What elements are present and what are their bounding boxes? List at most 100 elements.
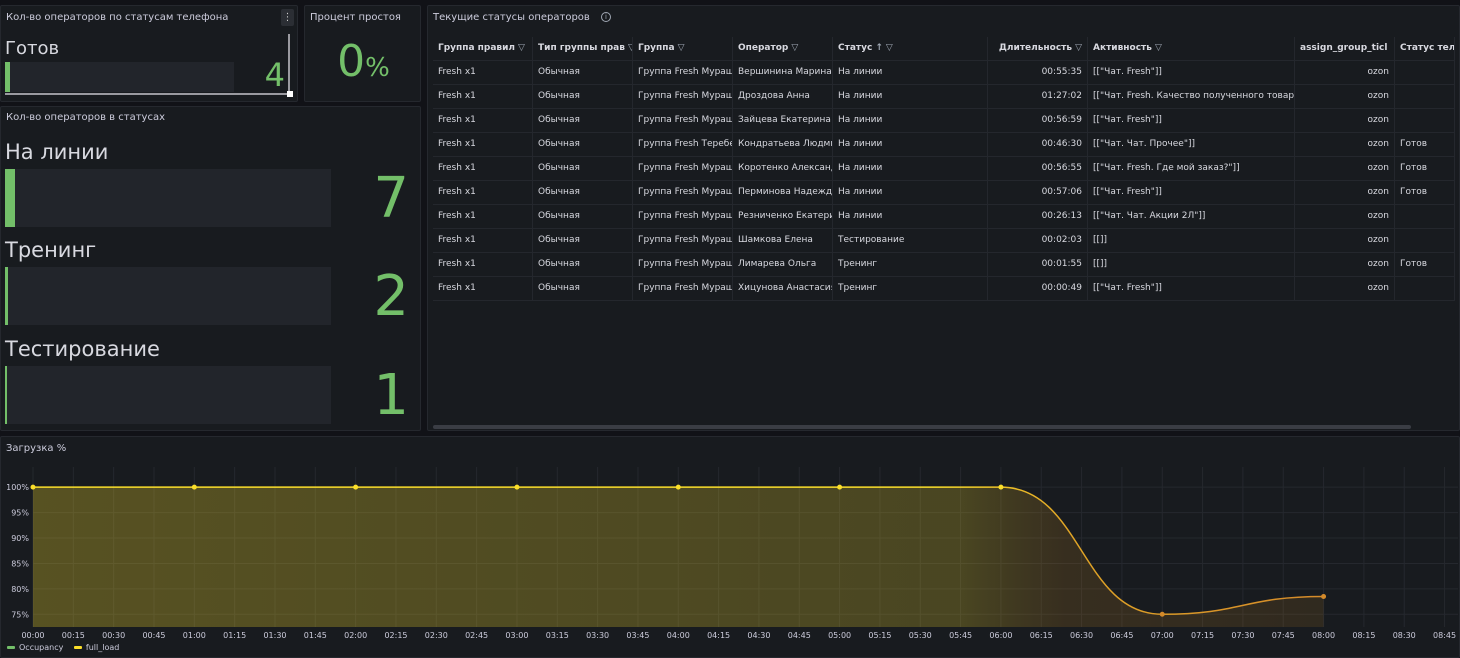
legend-item-full-load[interactable]: full_load: [73, 643, 119, 652]
table-cell: Готов: [1395, 253, 1455, 276]
filter-icon[interactable]: ▽: [518, 43, 525, 53]
x-tick-label: 01:45: [304, 631, 327, 640]
x-tick-label: 06:00: [989, 631, 1012, 640]
column-header[interactable]: Группа правил ▽: [433, 37, 533, 60]
table-cell: 00:26:13: [988, 205, 1088, 228]
table-row[interactable]: Fresh x1 Обычная Группа Fresh Мураш Дроздов…: [433, 85, 1455, 109]
vertical-scrollbar[interactable]: [288, 34, 290, 96]
table-cell: 00:46:30: [988, 133, 1088, 156]
x-tick-label: 06:30: [1070, 631, 1093, 640]
x-tick-label: 00:15: [62, 631, 85, 640]
filter-icon[interactable]: ▽: [1075, 43, 1082, 53]
filter-icon[interactable]: ▽: [791, 43, 798, 53]
table-cell: 00:55:35: [988, 61, 1088, 84]
table-row[interactable]: Fresh x1 Обычная Группа Fresh Мураш Пермино…: [433, 181, 1455, 205]
table-row[interactable]: Fresh x1 Обычная Группа Fresh Мураш Зайцева…: [433, 109, 1455, 133]
table-row[interactable]: Fresh x1 Обычная Группа Fresh Мураш Вершини…: [433, 61, 1455, 85]
table-row[interactable]: Fresh x1 Обычная Группа Fresh Теребе Кондра…: [433, 133, 1455, 157]
column-header[interactable]: Статус ↑ ▽: [833, 37, 988, 60]
y-tick-label: 90%: [11, 534, 29, 543]
table-row[interactable]: Fresh x1 Обычная Группа Fresh Мураш Хицунов…: [433, 277, 1455, 301]
table-row[interactable]: Fresh x1 Обычная Группа Fresh Мураш Резниче…: [433, 205, 1455, 229]
column-header-label: Статус: [838, 43, 873, 53]
table-cell: ozon: [1295, 181, 1395, 204]
table-cell: Зайцева Екатерина: [733, 109, 833, 132]
table-row[interactable]: Fresh x1 Обычная Группа Fresh Мураш Коротен…: [433, 157, 1455, 181]
bar-gauge-value: 7: [373, 166, 409, 231]
table-cell: Готов: [1395, 157, 1455, 180]
y-tick-label: 100%: [6, 483, 29, 492]
table-cell: Fresh x1: [433, 85, 533, 108]
sort-ascending-icon[interactable]: ↑: [875, 43, 883, 53]
column-header[interactable]: Тип группы прав▽: [533, 37, 633, 60]
x-tick-label: 05:00: [828, 631, 851, 640]
filter-icon[interactable]: ▽: [886, 43, 893, 53]
table-cell: [["Чат. Fresh. Где мой заказ?"]]: [1088, 157, 1295, 180]
bar-gauge-track: [5, 169, 331, 227]
bar-gauge-track: [5, 366, 331, 424]
x-tick-label: 08:15: [1352, 631, 1375, 640]
status-count-panel: Кол-во операторов в статусах На линии 7 …: [0, 106, 421, 431]
x-tick-label: 08:30: [1393, 631, 1416, 640]
table-cell: Хицунова Анастасия: [733, 277, 833, 300]
table-cell: Группа Fresh Мураш: [633, 277, 733, 300]
table-cell: Обычная: [533, 277, 633, 300]
panel-title: Процент простоя: [310, 12, 401, 23]
column-header[interactable]: Статус теле▽: [1395, 37, 1455, 60]
panel-title: Текущие статусы операторов i: [433, 12, 612, 23]
x-tick-label: 01:15: [223, 631, 246, 640]
table-cell: Перминова Надежда: [733, 181, 833, 204]
data-point: [837, 484, 843, 490]
table-cell: Fresh x1: [433, 109, 533, 132]
y-tick-label: 75%: [11, 610, 29, 619]
column-header[interactable]: Длительность ▽: [988, 37, 1088, 60]
table-cell: [["Чат. Чат. Акции 2Л"]]: [1088, 205, 1295, 228]
x-tick-label: 00:30: [102, 631, 125, 640]
filter-icon[interactable]: ▽: [678, 43, 685, 53]
column-header-label: Тип группы прав: [538, 43, 625, 53]
table-cell: Коротенко Александ: [733, 157, 833, 180]
load-line-chart: 00:00 00:15 00:30 00:45 01:00 01:15 01:30 01:45…: [6, 467, 1458, 640]
horizontal-scrollbar[interactable]: [433, 425, 1411, 429]
data-point: [30, 484, 36, 490]
x-tick-label: 07:45: [1272, 631, 1295, 640]
table-cell: Fresh x1: [433, 229, 533, 252]
table-row[interactable]: Fresh x1 Обычная Группа Fresh Мураш Лимарев…: [433, 253, 1455, 277]
panel-menu-button[interactable]: ⋮: [281, 9, 294, 26]
x-tick-label: 08:45: [1433, 631, 1456, 640]
table-header-row: Группа правил▽Тип группы прав▽Группа▽Опе…: [433, 37, 1455, 61]
x-tick-label: 05:45: [949, 631, 972, 640]
table-cell: Резниченко Екатери: [733, 205, 833, 228]
y-tick-label: 80%: [11, 585, 29, 594]
table-cell: Тестирование: [833, 229, 988, 252]
table-cell: ozon: [1295, 205, 1395, 228]
table-cell: Fresh x1: [433, 157, 533, 180]
table-cell: Группа Fresh Мураш: [633, 157, 733, 180]
chart-legend: Occupancy full_load: [7, 643, 127, 652]
table-cell: [["Чат. Чат. Прочее"]]: [1088, 133, 1295, 156]
data-point: [1159, 611, 1165, 617]
x-tick-label: 03:15: [546, 631, 569, 640]
panel-title: Кол-во операторов по статусам телефона: [6, 12, 229, 23]
column-header[interactable]: Группа ▽: [633, 37, 733, 60]
column-header-label: Статус теле: [1400, 43, 1455, 53]
resize-handle[interactable]: [287, 91, 293, 97]
bar-gauge-fill: [5, 267, 9, 325]
x-tick-label: 04:15: [707, 631, 730, 640]
x-tick-label: 01:30: [263, 631, 286, 640]
table-cell: Обычная: [533, 157, 633, 180]
data-point: [675, 484, 681, 490]
column-header[interactable]: Оператор ▽: [733, 37, 833, 60]
table-cell: Шамкова Елена: [733, 229, 833, 252]
x-tick-label: 02:30: [425, 631, 448, 640]
column-header[interactable]: Активность ▽: [1088, 37, 1295, 60]
info-icon[interactable]: i: [601, 12, 612, 22]
legend-item-occupancy[interactable]: Occupancy: [7, 643, 63, 652]
filter-icon[interactable]: ▽: [1155, 43, 1162, 53]
bar-gauge-fill: [5, 62, 10, 92]
table-cell: [["Чат. Fresh. Качество полученного това…: [1088, 85, 1295, 108]
column-header-label: Оператор: [738, 43, 789, 53]
bar-gauge-label: Тестирование: [5, 337, 160, 361]
table-row[interactable]: Fresh x1 Обычная Группа Fresh Мураш Шамкова…: [433, 229, 1455, 253]
column-header[interactable]: assign_group_ticl: [1295, 37, 1395, 60]
